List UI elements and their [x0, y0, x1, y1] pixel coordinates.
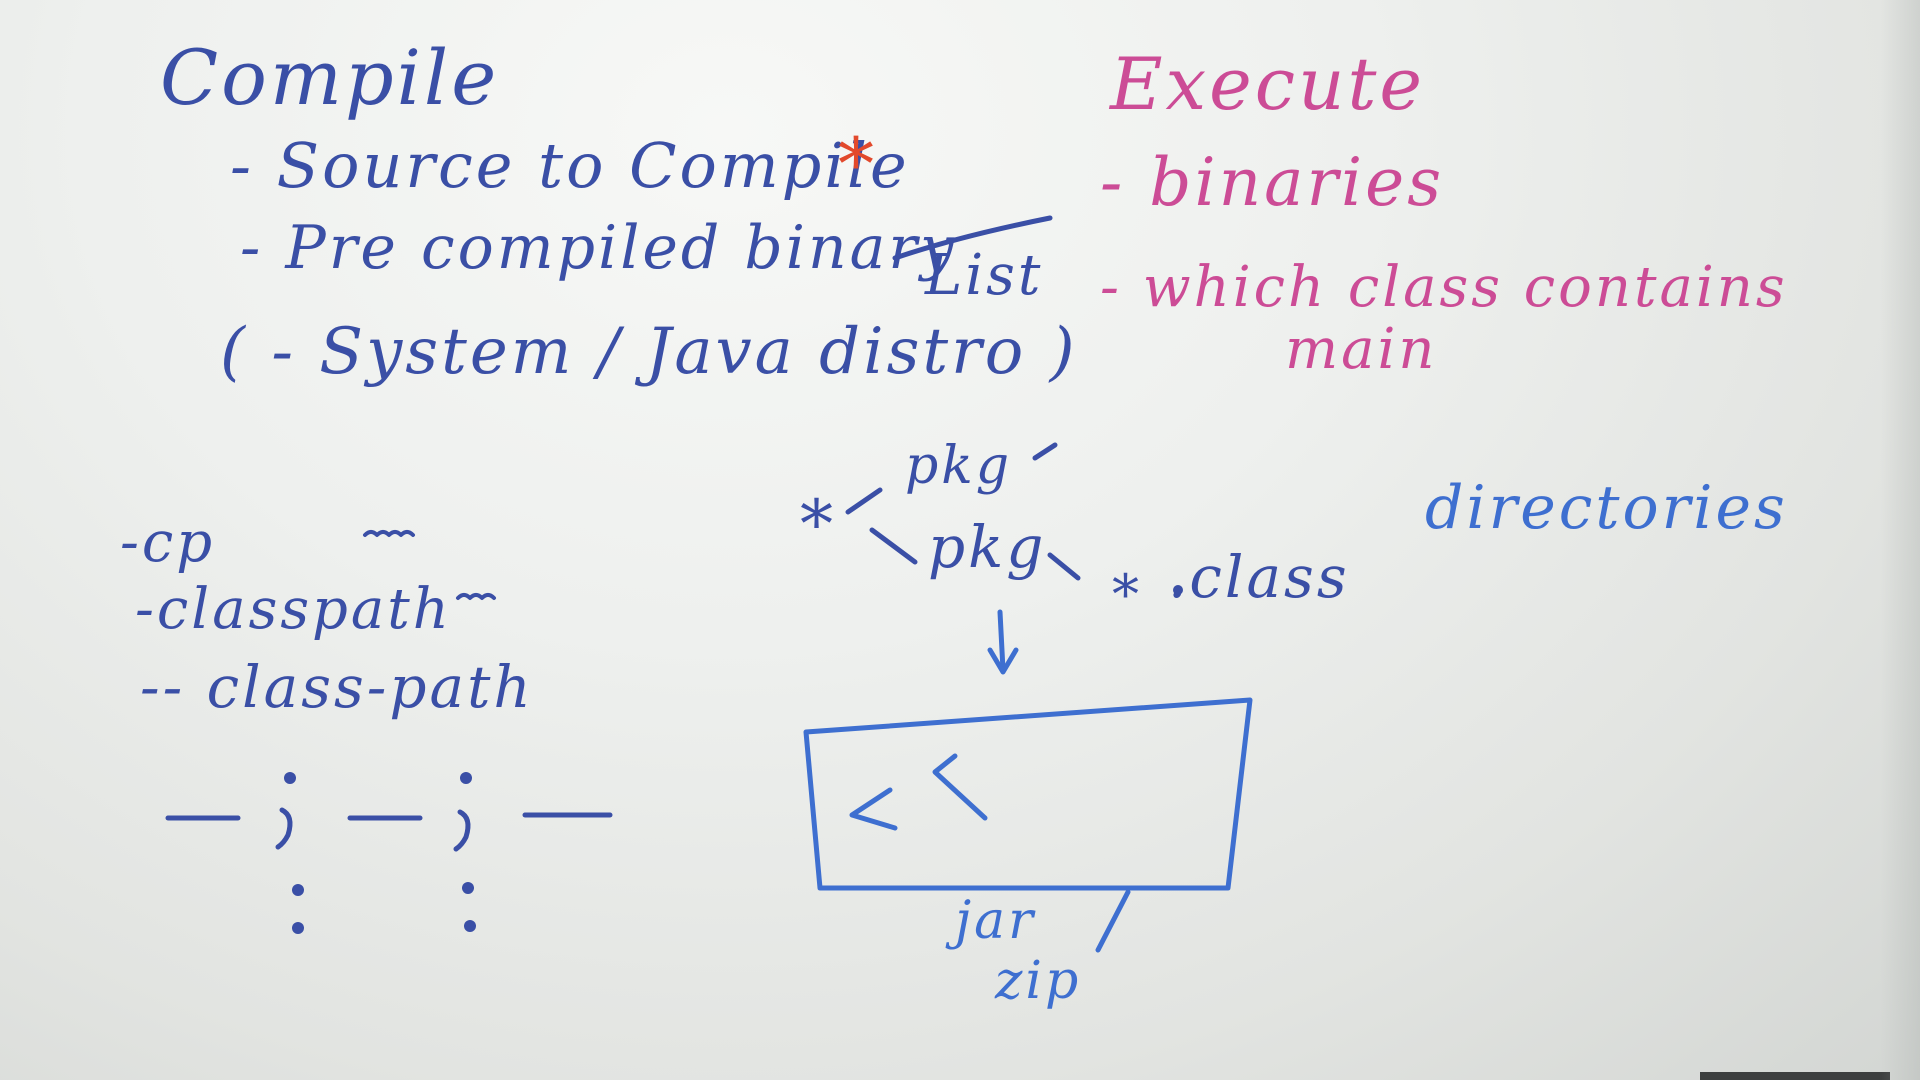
colon-2-dot-b — [464, 920, 476, 932]
board-frame-edge — [1700, 1072, 1890, 1080]
scribble-classpath — [456, 593, 496, 600]
branch-pkg-lower-out — [1047, 552, 1081, 581]
semicolon-2-dot — [460, 772, 472, 784]
colon-1-dot-b — [292, 922, 304, 934]
semicolon-1-tail — [275, 807, 293, 850]
archive-slash — [1095, 889, 1131, 953]
chevron-right-icon — [932, 753, 988, 821]
scribble-cp — [363, 530, 415, 537]
colon-2-dot-a — [462, 882, 474, 894]
branch-pkg-upper-out — [1032, 442, 1058, 461]
class-dot — [1173, 585, 1183, 595]
archive-box — [803, 697, 1253, 891]
colon-1-dot-a — [292, 884, 304, 896]
semicolon-2-tail — [453, 809, 471, 852]
branch-star-to-pkg-upper — [845, 487, 883, 515]
whiteboard: Compile - Source to Compile * - Pre comp… — [0, 0, 1920, 1080]
semicolon-1-dot — [284, 772, 296, 784]
list-connector-line — [892, 215, 1053, 261]
down-arrow-shaft — [997, 609, 1006, 673]
chevron-left-icon — [849, 787, 898, 831]
branch-star-to-pkg-lower — [869, 527, 918, 565]
marker-strokes — [165, 215, 1253, 953]
